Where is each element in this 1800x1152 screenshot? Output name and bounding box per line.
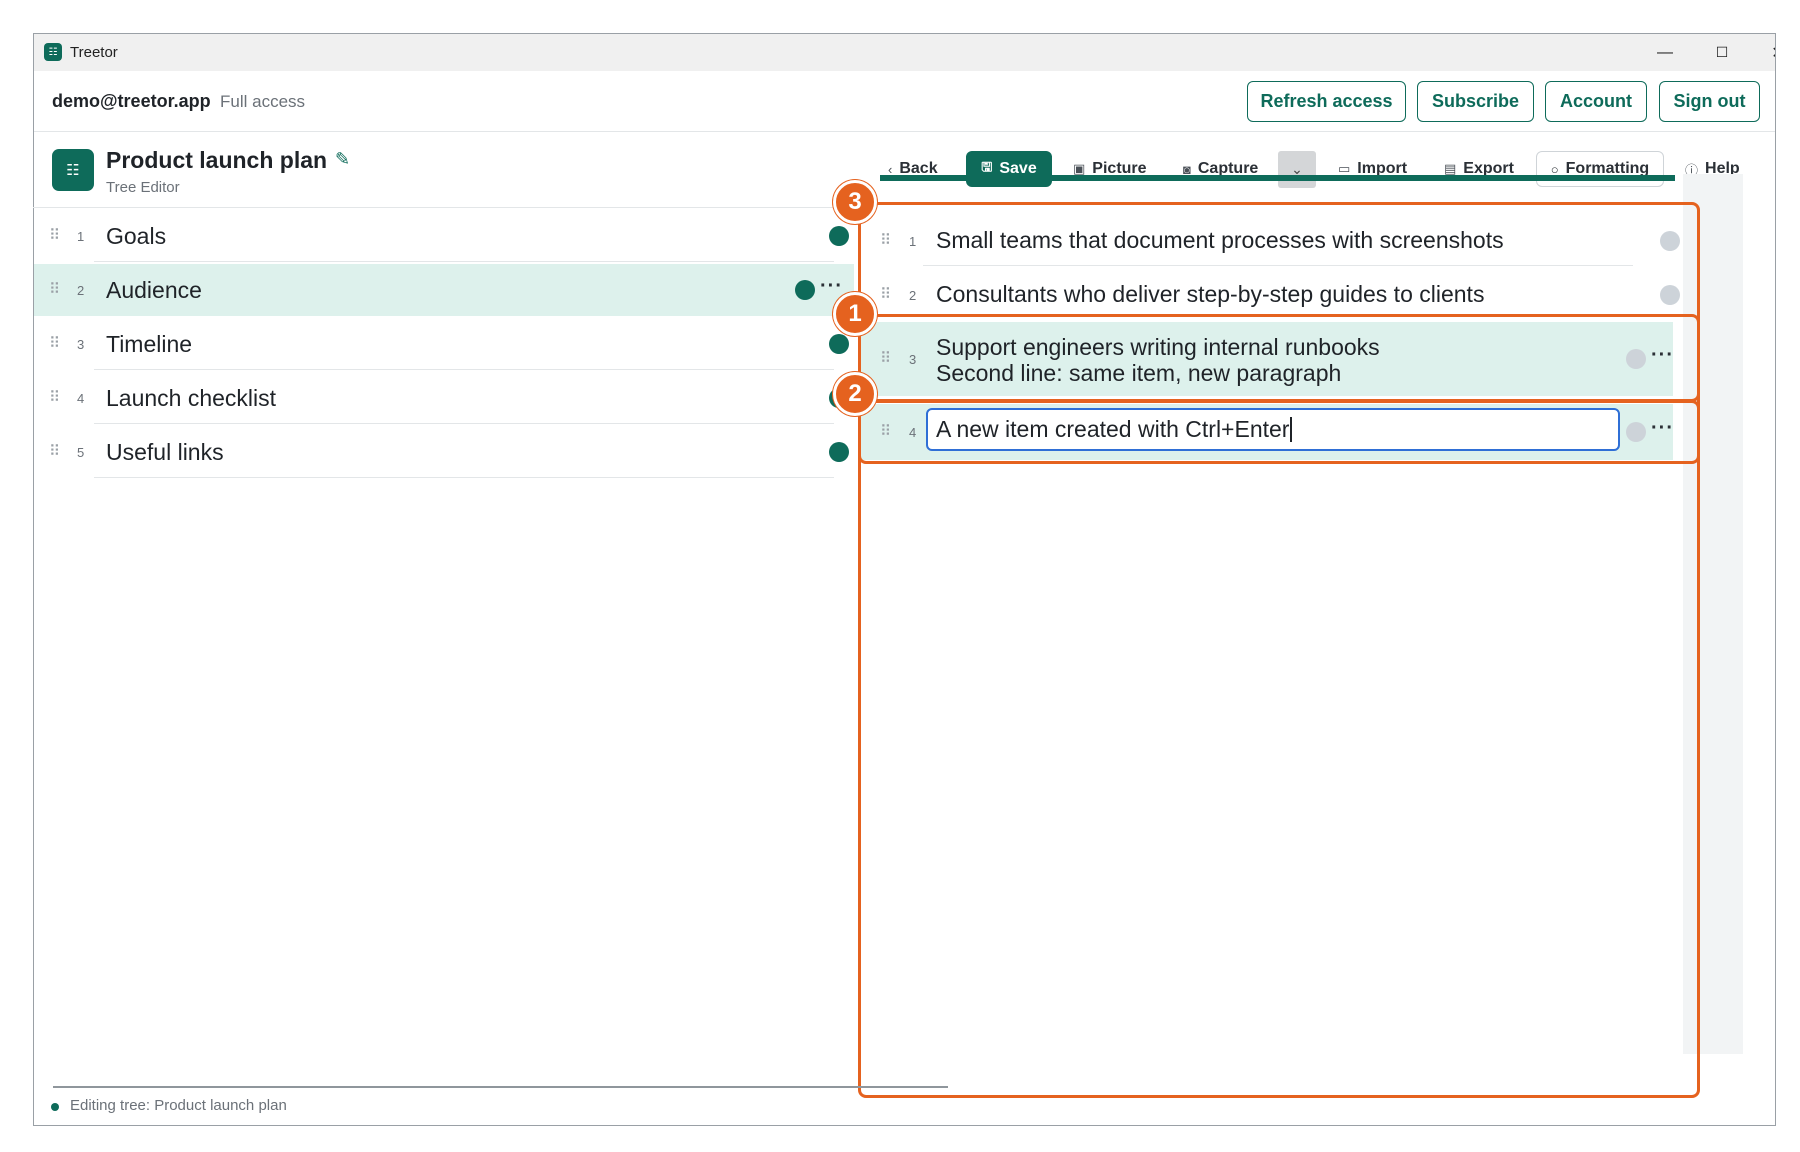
- title-bar: ☷ Treetor — ☐ ✕: [34, 34, 1775, 71]
- annotation-box-1: [858, 314, 1700, 402]
- status-dot-icon[interactable]: [829, 226, 849, 246]
- export-button[interactable]: ▤ Export: [1444, 151, 1514, 187]
- close-button[interactable]: ✕: [1750, 34, 1775, 71]
- picture-button[interactable]: ▣ Picture: [1073, 151, 1147, 187]
- document-subtitle: Tree Editor: [106, 179, 180, 196]
- item-number: 2: [77, 283, 85, 298]
- capture-button[interactable]: ◙ Capture: [1183, 151, 1258, 187]
- status-dot-icon[interactable]: [795, 280, 815, 300]
- annotation-box-2: [858, 400, 1700, 464]
- item-label: Launch checklist: [106, 385, 277, 411]
- annotation-badge-3: 3: [833, 180, 877, 224]
- maximize-icon: ☐: [1715, 44, 1729, 60]
- row-divider: [94, 477, 834, 478]
- sign-out-button[interactable]: Sign out: [1659, 81, 1760, 122]
- minimize-button[interactable]: —: [1637, 34, 1693, 71]
- access-level: Full access: [220, 92, 306, 111]
- account-bar: demo@treetor.app Full access Refresh acc…: [34, 71, 1775, 132]
- tree-item-selected[interactable]: ⠿ 2 Audience ···: [34, 264, 854, 316]
- tree-item[interactable]: ⠿ 5 Useful links: [34, 426, 854, 478]
- item-label: Useful links: [106, 439, 224, 465]
- row-divider: [94, 261, 834, 262]
- drag-handle-icon[interactable]: ⠿: [49, 280, 60, 298]
- status-indicator-icon: [51, 1103, 59, 1111]
- refresh-access-button[interactable]: Refresh access: [1247, 81, 1406, 122]
- drag-handle-icon[interactable]: ⠿: [49, 388, 60, 406]
- row-divider: [94, 369, 834, 370]
- pencil-icon[interactable]: ✎: [335, 149, 350, 170]
- tree-item[interactable]: ⠿ 1 Goals: [34, 210, 854, 262]
- subscribe-button[interactable]: Subscribe: [1417, 81, 1534, 122]
- maximize-button[interactable]: ☐: [1694, 34, 1750, 71]
- import-button[interactable]: ▭ Import: [1338, 151, 1407, 187]
- item-number: 5: [77, 445, 85, 460]
- save-button[interactable]: 🖫 Save: [966, 151, 1052, 187]
- status-dot-icon[interactable]: [829, 442, 849, 462]
- annotation-badge-1: 1: [833, 292, 877, 336]
- item-number: 3: [77, 337, 85, 352]
- row-divider: [94, 423, 834, 424]
- formatting-button[interactable]: ○ Formatting: [1536, 151, 1664, 187]
- back-button[interactable]: ‹ Back: [888, 151, 938, 187]
- more-options-icon[interactable]: ···: [820, 275, 843, 298]
- tree-item[interactable]: ⠿ 4 Launch checklist: [34, 372, 854, 424]
- close-icon: ✕: [1771, 43, 1775, 63]
- item-label: Audience: [106, 277, 202, 303]
- minimize-icon: —: [1657, 43, 1673, 61]
- annotation-badge-2: 2: [833, 372, 877, 416]
- document-title: Product launch plan: [106, 147, 328, 173]
- tree-item[interactable]: ⠿ 3 Timeline: [34, 318, 854, 370]
- header-divider: [33, 207, 863, 208]
- window-title: Treetor: [70, 44, 118, 61]
- user-email: demo@treetor.app: [52, 91, 211, 111]
- item-label: Timeline: [106, 331, 193, 357]
- tree-doc-icon: ☷: [52, 149, 94, 191]
- item-label: Goals: [106, 223, 167, 249]
- item-number: 1: [77, 229, 85, 244]
- account-button[interactable]: Account: [1545, 81, 1647, 122]
- capture-dropdown[interactable]: ⌄: [1278, 151, 1316, 188]
- app-logo-icon: ☷: [44, 43, 62, 61]
- item-number: 4: [77, 391, 85, 406]
- horizontal-scrollbar[interactable]: [53, 1086, 948, 1088]
- drag-handle-icon[interactable]: ⠿: [49, 226, 60, 244]
- active-branch-bar: [880, 175, 1675, 181]
- drag-handle-icon[interactable]: ⠿: [49, 442, 60, 460]
- status-bar-text: Editing tree: Product launch plan: [70, 1097, 287, 1114]
- drag-handle-icon[interactable]: ⠿: [49, 334, 60, 352]
- status-dot-icon[interactable]: [829, 334, 849, 354]
